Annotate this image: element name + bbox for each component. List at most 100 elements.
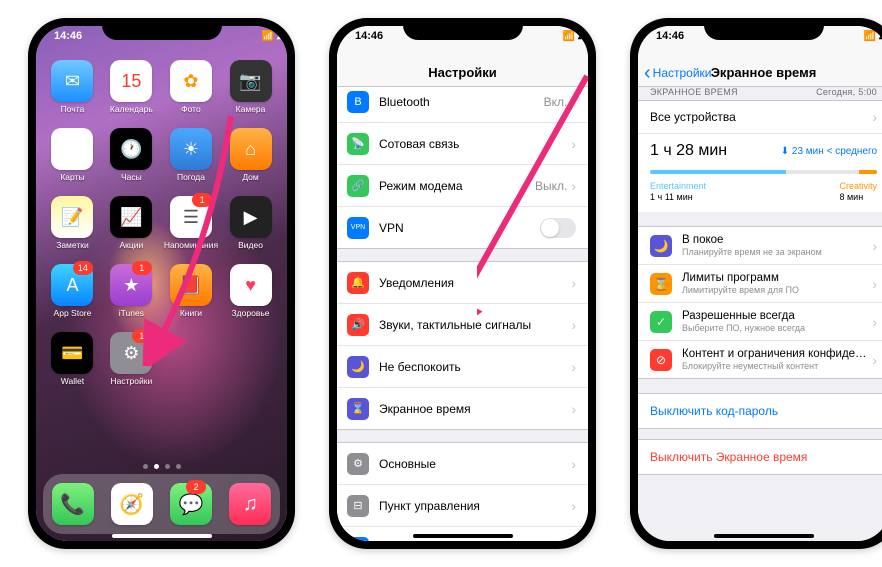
feature-row[interactable]: ⊘Контент и ограничения конфиде…Блокируйт… [638, 341, 882, 378]
chevron-right-icon: › [872, 352, 877, 368]
row-icon: 🔔 [347, 272, 369, 294]
settings-list[interactable]: BBluetoothВкл.›📡Сотовая связь›🔗Режим мод… [337, 80, 588, 541]
app-карты[interactable]: 🗺Карты [46, 128, 99, 182]
chevron-right-icon: › [571, 178, 576, 194]
chevron-right-icon: › [571, 401, 576, 417]
feature-icon: ⊘ [650, 349, 672, 371]
settings-row[interactable]: 🔗Режим модемаВыкл.› [337, 165, 588, 207]
signal-icon [864, 30, 876, 42]
app-книги[interactable]: 📕Книги [164, 264, 218, 318]
dock-phone[interactable]: 📞 [52, 483, 94, 525]
status-time: 14:46 [656, 30, 684, 42]
row-icon: 🔗 [347, 175, 369, 197]
screentime-content[interactable]: ЭКРАННОЕ ВРЕМЯ Сегодня, 5:00 Все устройс… [638, 80, 882, 541]
chevron-right-icon: › [571, 136, 576, 152]
app-почта[interactable]: ✉Почта [46, 60, 99, 114]
signal-icon [262, 30, 274, 42]
app-фото[interactable]: ✿Фото [164, 60, 218, 114]
app-icon-grid: ✉Почта15Календарь✿Фото📷Камера 🗺Карты🕐Часы… [36, 26, 287, 386]
app-itunes[interactable]: ★iTunes1 [105, 264, 158, 318]
row-icon: ⌛ [347, 398, 369, 420]
settings-row[interactable]: 🌙Не беспокоить› [337, 346, 588, 388]
settings-row[interactable]: VPNVPN [337, 207, 588, 248]
chevron-right-icon: › [571, 456, 576, 472]
notch [704, 18, 824, 40]
home-indicator [714, 534, 814, 538]
chevron-right-icon: › [571, 317, 576, 333]
chevron-right-icon: › [872, 276, 877, 292]
settings-row[interactable]: BBluetoothВкл.› [337, 81, 588, 123]
home-indicator [112, 534, 212, 538]
settings-row[interactable]: 🔊Звуки, тактильные сигналы› [337, 304, 588, 346]
nav-back-button[interactable]: Настройки [644, 66, 712, 80]
chevron-right-icon: › [571, 540, 576, 542]
chevron-right-icon: › [571, 498, 576, 514]
nav-title: Настройки [428, 65, 497, 80]
chevron-right-icon: › [571, 359, 576, 375]
disable-passcode-button[interactable]: Выключить код-пароль [638, 393, 882, 429]
wifi-icon [578, 30, 583, 42]
settings-row[interactable]: ⌛Экранное время› [337, 388, 588, 429]
row-icon: B [347, 91, 369, 113]
signal-icon [563, 30, 575, 42]
chevron-right-icon: › [571, 275, 576, 291]
phone-1-home: 14:46 ✉Почта15Календарь✿Фото📷Камера 🗺Карт… [28, 18, 295, 549]
app-app store[interactable]: AApp Store14 [46, 264, 99, 318]
chevron-right-icon: › [571, 94, 576, 110]
app-заметки[interactable]: 📝Заметки [46, 196, 99, 250]
row-icon: 🌙 [347, 356, 369, 378]
category-breakdown: Entertainment1 ч 11 мин Creativity8 мин [638, 181, 882, 212]
feature-icon: ✓ [650, 311, 672, 333]
status-time: 14:46 [54, 30, 82, 42]
feature-icon: 🌙 [650, 235, 672, 257]
app-календарь[interactable]: 15Календарь [105, 60, 158, 114]
phone-2-settings: 14:46 Настройки BBluetoothВкл.›📡Сотовая … [329, 18, 596, 549]
battery-icon [586, 31, 588, 42]
notch [403, 18, 523, 40]
dock-messages[interactable]: 💬2 [170, 483, 212, 525]
status-time: 14:46 [355, 30, 383, 42]
app-камера[interactable]: 📷Камера [224, 60, 277, 114]
wifi-icon [277, 30, 282, 42]
chevron-right-icon: › [872, 109, 877, 125]
feature-icon: ⌛ [650, 273, 672, 295]
feature-row[interactable]: ⌛Лимиты программЛимитируйте время для ПО… [638, 265, 882, 303]
settings-row[interactable]: ⚙Основные› [337, 443, 588, 485]
dock-music[interactable]: ♫ [229, 483, 271, 525]
total-time-row[interactable]: 1 ч 28 мин ⬇ 23 мин < среднего [638, 134, 882, 168]
total-time: 1 ч 28 мин [650, 142, 727, 160]
page-indicator [36, 464, 287, 469]
phone-3-screentime: 14:46 Настройки Экранное время ЭКРАННОЕ … [630, 18, 882, 549]
row-icon: 🔊 [347, 314, 369, 336]
devices-row[interactable]: Все устройства› [638, 101, 882, 134]
app-дом[interactable]: ⌂Дом [224, 128, 277, 182]
app-напоминания[interactable]: ☰Напоминания1 [164, 196, 218, 250]
settings-row[interactable]: ⊟Пункт управления› [337, 485, 588, 527]
notch [102, 18, 222, 40]
row-icon: ⊟ [347, 495, 369, 517]
app-здоровье[interactable]: ♥Здоровье [224, 264, 277, 318]
row-icon: 📡 [347, 133, 369, 155]
feature-row[interactable]: ✓Разрешенные всегдаВыберите ПО, нужное в… [638, 303, 882, 341]
row-icon: AA [347, 537, 369, 542]
feature-row[interactable]: 🌙В покоеПланируйте время не за экраном› [638, 227, 882, 265]
app-погода[interactable]: ☀Погода [164, 128, 218, 182]
disable-screentime-button[interactable]: Выключить Экранное время [638, 439, 882, 475]
chevron-right-icon: › [872, 238, 877, 254]
row-icon: VPN [347, 217, 369, 239]
dock-safari[interactable]: 🧭 [111, 483, 153, 525]
app-видео[interactable]: ▶Видео [224, 196, 277, 250]
comparison-text: ⬇ 23 мин < среднего [781, 146, 877, 157]
toggle-switch[interactable] [540, 218, 576, 238]
app-акции[interactable]: 📈Акции [105, 196, 158, 250]
settings-row[interactable]: 🔔Уведомления› [337, 262, 588, 304]
row-icon: ⚙ [347, 453, 369, 475]
app-часы[interactable]: 🕐Часы [105, 128, 158, 182]
chevron-right-icon: › [872, 314, 877, 330]
nav-title: Экранное время [711, 65, 817, 80]
usage-bar [650, 170, 877, 174]
app-wallet[interactable]: 💳Wallet [46, 332, 99, 386]
app-настройки[interactable]: ⚙Настройки1 [105, 332, 158, 386]
home-indicator [413, 534, 513, 538]
settings-row[interactable]: 📡Сотовая связь› [337, 123, 588, 165]
